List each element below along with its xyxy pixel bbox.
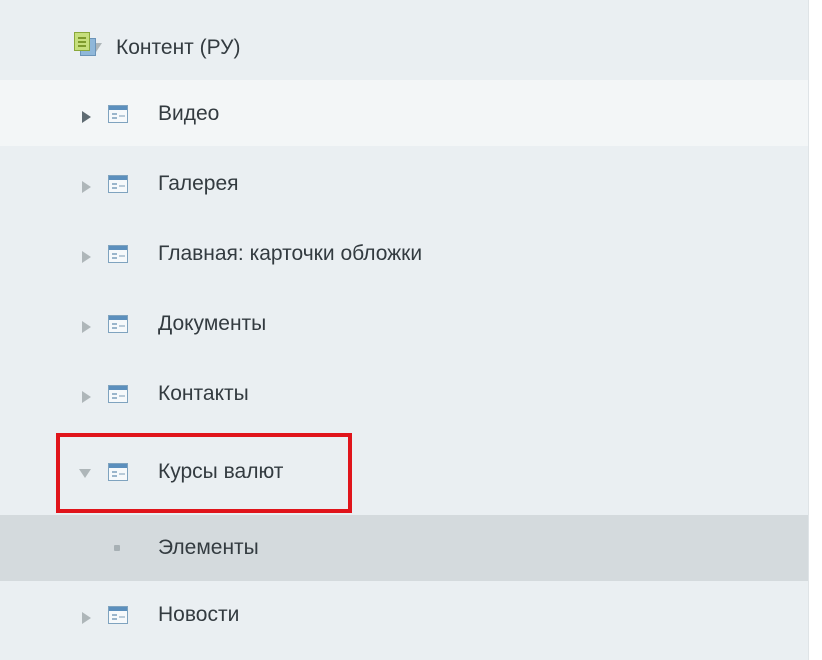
tree-item-news[interactable]: Новости xyxy=(0,581,808,647)
doc-folder-icon xyxy=(74,32,98,58)
tree-item-elements[interactable]: Элементы xyxy=(0,515,808,581)
tree-item-gallery[interactable]: Галерея xyxy=(0,150,808,216)
tree-item-video[interactable]: Видео xyxy=(0,80,808,146)
expand-arrow-icon[interactable] xyxy=(82,111,91,123)
tree-item-label: Документы xyxy=(158,312,267,335)
tree-item-label: Галерея xyxy=(158,172,239,195)
bullet-icon xyxy=(114,545,120,551)
tree-item-main-cover-cards[interactable]: Главная: карточки обложки xyxy=(0,220,808,286)
tree-item-label: Видео xyxy=(158,102,220,125)
infoblock-icon xyxy=(108,105,128,123)
tree-item-contacts[interactable]: Контакты xyxy=(0,360,808,426)
infoblock-icon xyxy=(108,245,128,263)
tree-item-currency-rates[interactable]: Курсы валют xyxy=(0,438,808,504)
tree-item-label: Элементы xyxy=(158,536,259,559)
admin-menu-tree: Контент (РУ) Видео Галерея Главная: карт… xyxy=(0,0,809,660)
tree-item-label: Контент (РУ) xyxy=(116,36,241,59)
tree-item-label: Новости xyxy=(158,603,240,626)
infoblock-icon xyxy=(108,606,128,624)
infoblock-icon xyxy=(108,175,128,193)
infoblock-icon xyxy=(108,385,128,403)
expand-arrow-icon[interactable] xyxy=(82,251,91,263)
collapse-arrow-icon[interactable] xyxy=(79,469,91,478)
infoblock-icon xyxy=(108,315,128,333)
expand-arrow-icon[interactable] xyxy=(82,391,91,403)
expand-arrow-icon[interactable] xyxy=(82,321,91,333)
expand-arrow-icon[interactable] xyxy=(82,612,91,624)
tree-item-label: Главная: карточки обложки xyxy=(158,242,423,265)
expand-arrow-icon[interactable] xyxy=(82,181,91,193)
tree-item-label: Курсы валют xyxy=(158,460,284,483)
tree-item-documents[interactable]: Документы xyxy=(0,290,808,356)
tree-item-content-ru[interactable]: Контент (РУ) xyxy=(0,4,808,70)
infoblock-icon xyxy=(108,463,128,481)
tree-item-label: Контакты xyxy=(158,382,249,405)
